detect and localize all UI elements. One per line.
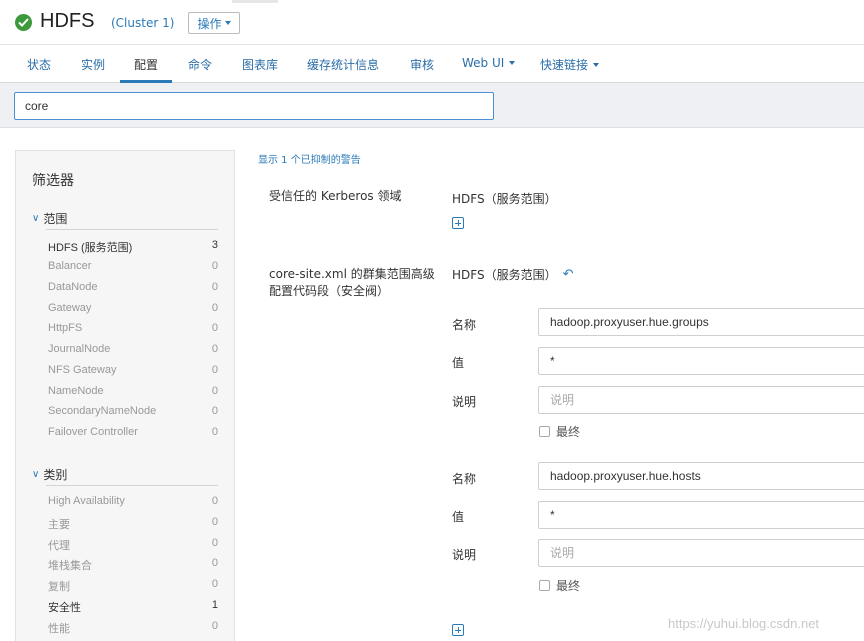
- property-description-input[interactable]: [538, 539, 864, 567]
- property-description-input[interactable]: [538, 386, 864, 414]
- filter-title: 筛选器: [32, 173, 74, 189]
- value-label: 值: [452, 510, 465, 524]
- tab-quick-links[interactable]: 快速链接: [540, 56, 600, 73]
- filter-item[interactable]: DataNode 0: [48, 281, 218, 293]
- filter-item[interactable]: 安全性 1: [48, 599, 218, 615]
- tab-configuration[interactable]: 配置: [134, 56, 158, 73]
- filter-item[interactable]: 性能 0: [48, 620, 218, 636]
- core-site-scope: HDFS（服务范围） ↶: [452, 267, 574, 282]
- scope-group-toggle[interactable]: ∨ 范围: [32, 210, 67, 227]
- chevron-down-icon: [593, 62, 600, 67]
- filter-item[interactable]: 代理 0: [48, 537, 218, 553]
- config-tabs: 状态 实例 配置 命令 图表库 缓存统计信息 审核 Web UI 快速链接: [0, 44, 864, 83]
- tab-cache-statistics[interactable]: 缓存统计信息: [307, 56, 379, 73]
- final-toggle[interactable]: 最终: [539, 423, 580, 440]
- service-header: HDFS (Cluster 1) 操作: [0, 0, 864, 44]
- filter-item[interactable]: 主要 0: [48, 516, 218, 532]
- scope-heading: 范围: [43, 212, 68, 226]
- filter-item[interactable]: High Availability 0: [48, 495, 218, 507]
- search-input[interactable]: [14, 92, 494, 120]
- name-label: 名称: [452, 472, 477, 486]
- core-site-safety-valve-label: core-site.xml 的群集范围高级配置代码段（安全阀）: [269, 267, 435, 298]
- name-label: 名称: [452, 318, 477, 332]
- status-ok-icon: [15, 14, 32, 31]
- tab-charts-library[interactable]: 图表库: [242, 56, 278, 73]
- filter-item[interactable]: HDFS (服务范围) 3: [48, 239, 218, 255]
- filter-item[interactable]: SecondaryNameNode 0: [48, 405, 218, 417]
- filter-item[interactable]: Gateway 0: [48, 302, 218, 314]
- cluster-link[interactable]: (Cluster 1): [111, 16, 174, 30]
- tab-commands[interactable]: 命令: [188, 56, 212, 73]
- tab-web-ui[interactable]: Web UI: [462, 56, 516, 70]
- undo-icon[interactable]: ↶: [563, 267, 574, 282]
- top-tab-hint: [232, 0, 278, 3]
- kerberos-realms-label: 受信任的 Kerberos 领域: [269, 189, 402, 203]
- actions-button[interactable]: 操作: [188, 12, 240, 34]
- category-group-toggle[interactable]: ∨ 类别: [32, 466, 67, 483]
- tab-web-ui-label: Web UI: [462, 56, 505, 70]
- filter-item[interactable]: NameNode 0: [48, 385, 218, 397]
- final-toggle[interactable]: 最终: [539, 577, 580, 594]
- tab-audits[interactable]: 审核: [410, 56, 434, 73]
- service-name: HDFS: [40, 10, 95, 32]
- description-label: 说明: [452, 395, 477, 409]
- watermark: https://yuhui.blog.csdn.net: [668, 616, 820, 631]
- filter-item[interactable]: Failover Controller 0: [48, 426, 218, 438]
- chevron-down-icon: [509, 61, 516, 65]
- filter-item[interactable]: 复制 0: [48, 578, 218, 594]
- add-icon[interactable]: [452, 217, 464, 229]
- tab-quick-links-label: 快速链接: [540, 58, 589, 72]
- suppressed-warnings-link[interactable]: 显示 1 个已抑制的警告: [258, 151, 361, 166]
- description-label: 说明: [452, 548, 477, 562]
- chevron-down-icon: ∨: [32, 469, 40, 480]
- tab-status[interactable]: 状态: [27, 56, 51, 73]
- actions-label: 操作: [197, 16, 222, 31]
- filter-item[interactable]: Balancer 0: [48, 260, 218, 272]
- filter-item[interactable]: JournalNode 0: [48, 343, 218, 355]
- filter-item[interactable]: 堆栈集合 0: [48, 557, 218, 573]
- divider: [46, 229, 218, 230]
- divider: [46, 485, 218, 486]
- filter-item[interactable]: NFS Gateway 0: [48, 364, 218, 376]
- search-bar: [0, 83, 864, 128]
- property-value-input[interactable]: [538, 501, 864, 529]
- final-checkbox[interactable]: [539, 426, 550, 437]
- property-name-input[interactable]: [538, 462, 864, 490]
- property-value-input[interactable]: [538, 347, 864, 375]
- filter-panel: 筛选器 ∨ 范围 HDFS (服务范围) 3 Balancer 0 DataNo…: [15, 150, 235, 641]
- tab-instances[interactable]: 实例: [81, 56, 105, 73]
- final-checkbox[interactable]: [539, 580, 550, 591]
- filter-item[interactable]: HttpFS 0: [48, 322, 218, 334]
- kerberos-scope: HDFS（服务范围）: [452, 192, 557, 206]
- add-icon[interactable]: [452, 624, 464, 636]
- chevron-down-icon: ∨: [32, 213, 40, 224]
- value-label: 值: [452, 356, 465, 370]
- property-name-input[interactable]: [538, 308, 864, 336]
- category-heading: 类别: [43, 468, 68, 482]
- chevron-down-icon: [224, 21, 231, 25]
